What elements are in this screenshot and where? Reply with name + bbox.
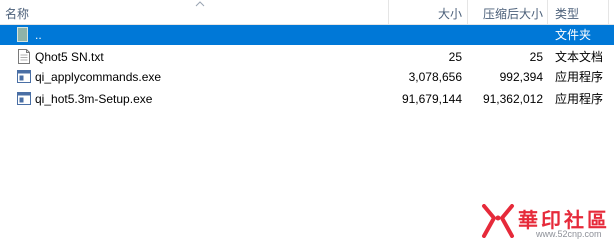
folder-up-icon <box>17 27 28 42</box>
file-name: qi_hot5.3m-Setup.exe <box>35 92 153 106</box>
watermark-logo-icon <box>482 204 514 238</box>
column-header-name[interactable]: 名称 <box>5 5 29 22</box>
file-type: 文本文档 <box>555 50 604 64</box>
sort-ascending-icon <box>195 1 205 7</box>
exe-file-icon <box>17 70 31 83</box>
column-header-compressed-size[interactable]: 压缩后大小 <box>468 5 543 22</box>
file-row[interactable]: qi_hot5.3m-Setup.exe 91,679,144 91,362,0… <box>0 89 614 109</box>
exe-file-icon <box>17 92 31 105</box>
watermark-url: www.52cnp.com <box>536 229 602 239</box>
column-header-type[interactable]: 类型 <box>555 5 579 22</box>
column-header-bar: 名称 大小 压缩后大小 类型 <box>0 0 614 25</box>
file-type: 应用程序 <box>555 92 604 106</box>
file-size: 91,679,144 <box>401 92 462 106</box>
column-divider[interactable] <box>547 0 548 24</box>
file-type: 文件夹 <box>555 28 592 42</box>
file-compressed-size: 25 <box>529 50 543 64</box>
file-row[interactable]: qi_applycommands.exe 3,078,656 992,394 应… <box>0 67 614 87</box>
column-divider[interactable] <box>608 0 609 24</box>
file-name: Qhot5 SN.txt <box>35 50 104 64</box>
site-watermark: 華印社區 www.52cnp.com <box>476 204 614 243</box>
column-header-size[interactable]: 大小 <box>389 5 462 22</box>
file-name: qi_applycommands.exe <box>35 70 162 84</box>
file-name: .. <box>35 28 42 42</box>
file-row[interactable]: .. 文件夹 <box>0 25 614 45</box>
file-size: 3,078,656 <box>408 70 462 84</box>
file-type: 应用程序 <box>555 70 604 84</box>
file-row[interactable]: Qhot5 SN.txt 25 25 文本文档 <box>0 47 614 67</box>
file-compressed-size: 91,362,012 <box>482 92 543 106</box>
file-compressed-size: 992,394 <box>499 70 543 84</box>
text-file-icon <box>18 49 30 64</box>
file-size: 25 <box>448 50 462 64</box>
